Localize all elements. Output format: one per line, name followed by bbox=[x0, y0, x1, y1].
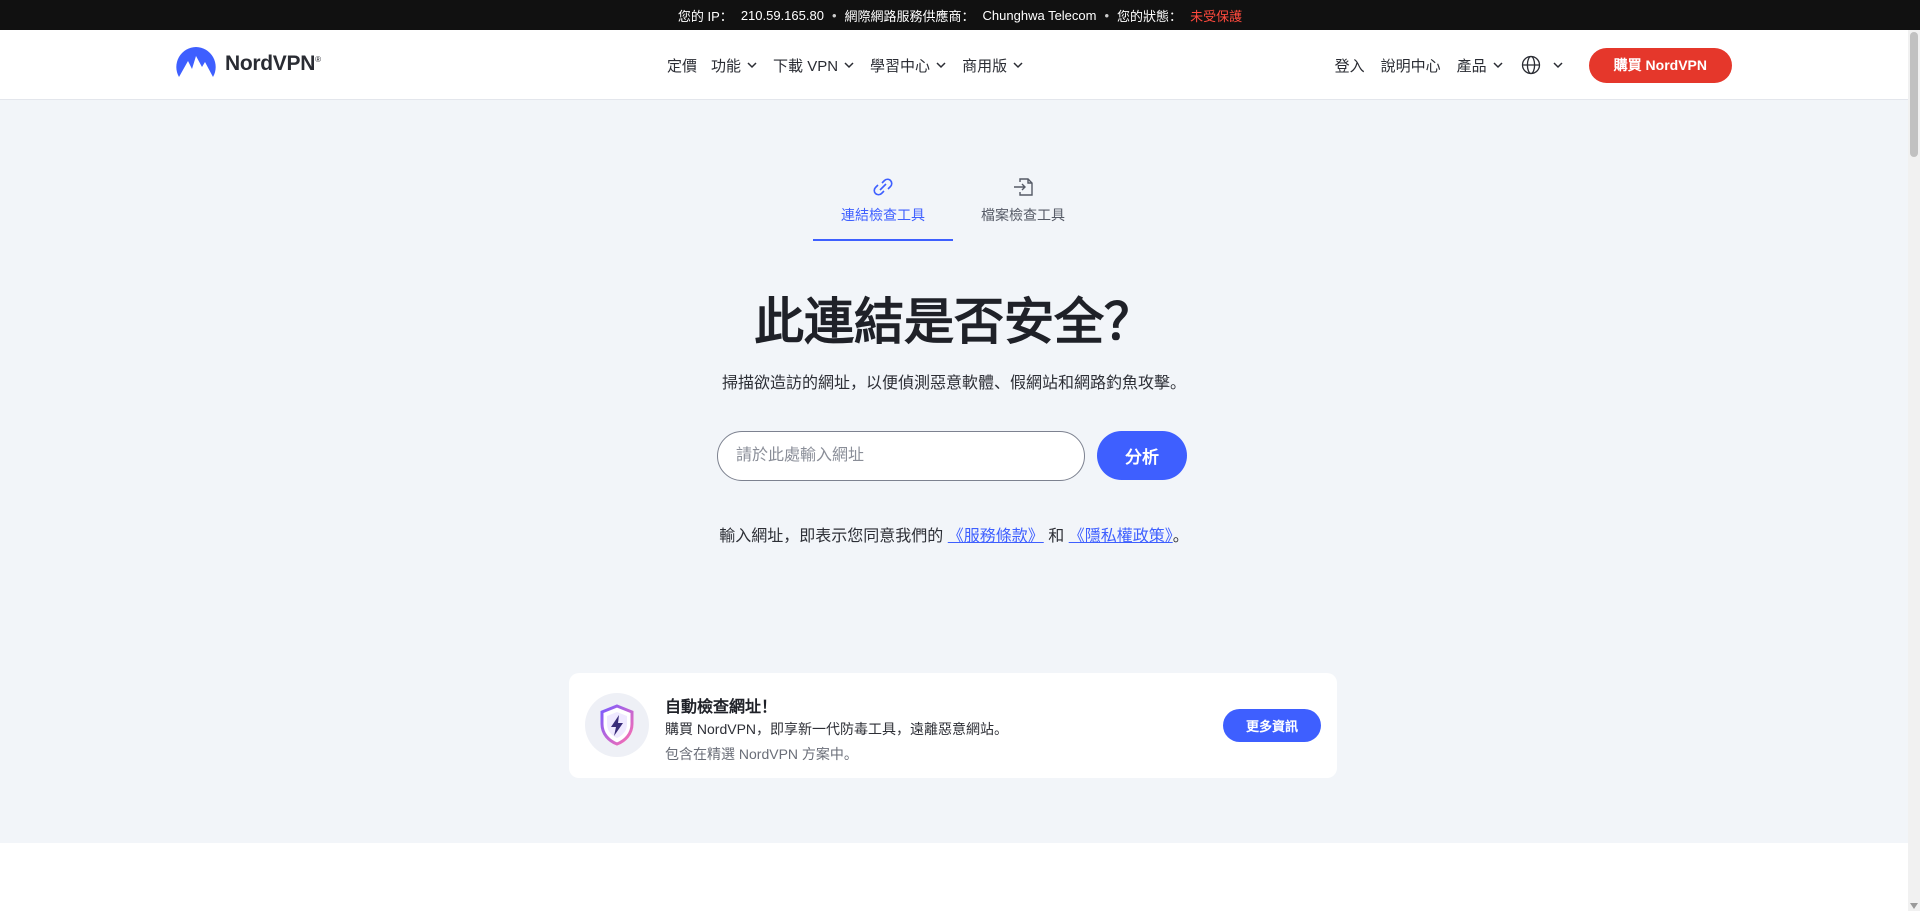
terms-of-service-link[interactable]: 《服務條款》 bbox=[948, 528, 1044, 545]
status-bar: 您的 IP： 210.59.165.80 • 網際網路服務供應商： Chungh… bbox=[0, 0, 1920, 30]
chevron-down-icon bbox=[936, 62, 946, 69]
ip-label: 您的 IP： bbox=[677, 8, 733, 24]
shield-bolt-icon bbox=[600, 704, 634, 746]
analyze-button[interactable]: 分析 bbox=[1097, 431, 1187, 480]
login-link[interactable]: 登入 bbox=[1335, 55, 1365, 76]
nav-download-vpn[interactable]: 下載 VPN bbox=[773, 55, 856, 76]
tab-label: 連結檢查工具 bbox=[841, 207, 925, 223]
chevron-down-icon bbox=[747, 62, 757, 69]
checker-tabs: 連結檢查工具 檔案檢查工具 bbox=[813, 170, 1093, 241]
tab-file-checker[interactable]: 檔案檢查工具 bbox=[953, 170, 1093, 241]
nav-learning-center[interactable]: 學習中心 bbox=[870, 55, 948, 76]
page-subtitle: 掃描欲造訪的網址，以便偵測惡意軟體、假網站和網路釣魚攻擊。 bbox=[721, 375, 1186, 392]
scrollbar-thumb[interactable] bbox=[1910, 32, 1918, 157]
privacy-policy-link[interactable]: 《隱私權政策》 bbox=[1069, 528, 1173, 545]
nordvpn-mountain-icon bbox=[176, 47, 216, 77]
main-nav: 定價 功能 下載 VPN 學習中心 商用版 bbox=[667, 30, 1025, 100]
separator: • bbox=[831, 7, 837, 23]
logo-text: NordVPN® bbox=[225, 52, 321, 75]
products-menu[interactable]: 產品 bbox=[1457, 55, 1505, 76]
tab-label: 檔案檢查工具 bbox=[981, 207, 1065, 223]
chevron-down-icon bbox=[1493, 62, 1503, 69]
chevron-down-icon bbox=[1553, 62, 1563, 69]
buy-nordvpn-button[interactable]: 購買 NordVPN bbox=[1588, 47, 1732, 83]
ip-value: 210.59.165.80 bbox=[740, 7, 824, 23]
terms-notice: 輸入網址，即表示您同意我們的 《服務條款》 和 《隱私權政策》。 bbox=[719, 528, 1189, 545]
nordvpn-logo[interactable]: NordVPN® bbox=[176, 47, 321, 81]
nav-business[interactable]: 商用版 bbox=[962, 55, 1025, 76]
status-label: 您的狀態： bbox=[1117, 8, 1183, 24]
promo-title: 自動檢查網址！ bbox=[665, 699, 778, 716]
scroll-down-arrow-icon[interactable] bbox=[1910, 903, 1918, 909]
nav-pricing[interactable]: 定價 bbox=[667, 55, 697, 76]
nav-features[interactable]: 功能 bbox=[711, 55, 759, 76]
chevron-down-icon bbox=[1013, 62, 1023, 69]
status-value: 未受保護 bbox=[1190, 8, 1243, 24]
more-info-button[interactable]: 更多資訊 bbox=[1223, 709, 1321, 742]
tab-link-checker[interactable]: 連結檢查工具 bbox=[813, 170, 953, 241]
right-nav: 登入 說明中心 產品 購買 NordVPN bbox=[1335, 30, 1732, 100]
globe-icon bbox=[1521, 55, 1540, 75]
page-scrollbar[interactable] bbox=[1908, 30, 1920, 911]
promo-icon-wrap bbox=[585, 693, 649, 757]
promo-card: 自動檢查網址！ 購買 NordVPN，即享新一代防毒工具，遠離惡意網站。 包含在… bbox=[569, 673, 1337, 778]
language-selector[interactable] bbox=[1521, 55, 1565, 75]
file-import-icon bbox=[1014, 178, 1033, 196]
promo-note: 包含在精選 NordVPN 方案中。 bbox=[665, 746, 858, 762]
isp-value: Chunghwa Telecom bbox=[982, 7, 1097, 23]
url-input[interactable] bbox=[717, 431, 1085, 481]
site-header: NordVPN® 定價 功能 下載 VPN 學習中心 商用版 登入 說明中心 產… bbox=[0, 30, 1908, 100]
link-icon bbox=[873, 178, 893, 196]
separator: • bbox=[1104, 7, 1110, 23]
help-center-link[interactable]: 說明中心 bbox=[1381, 55, 1441, 76]
isp-label: 網際網路服務供應商： bbox=[844, 8, 975, 24]
promo-description: 購買 NordVPN，即享新一代防毒工具，遠離惡意網站。 bbox=[665, 721, 1009, 737]
chevron-down-icon bbox=[844, 62, 854, 69]
page-title: 此連結是否安全？ bbox=[754, 294, 1154, 350]
next-section bbox=[0, 843, 1908, 911]
